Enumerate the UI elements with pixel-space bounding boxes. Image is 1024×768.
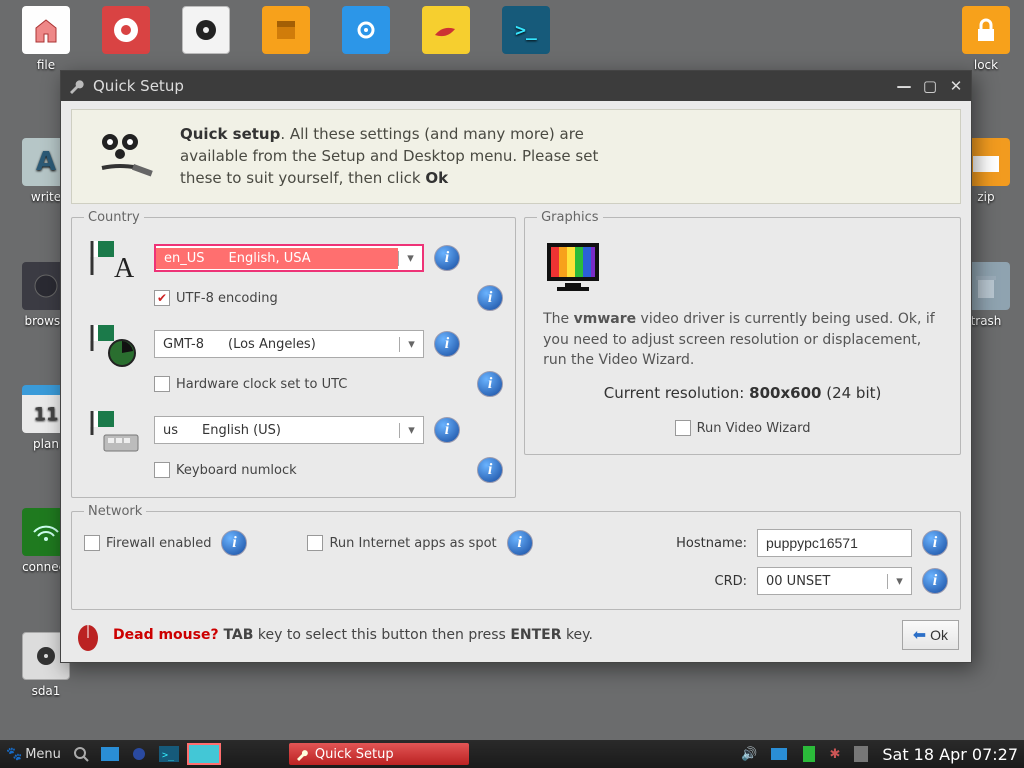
intro-panel: Quick setup. All these settings (and man…: [71, 109, 961, 204]
task-browser[interactable]: [127, 743, 151, 765]
network-fieldset: Network Firewall enabled i Run Internet …: [71, 504, 961, 610]
locale-select[interactable]: en_USEnglish, USA ▾: [154, 244, 424, 272]
quick-setup-window: Quick Setup — ▢ ✕ Quick setup. All these…: [60, 70, 972, 663]
mouse-hint: Dead mouse? TAB key to select this butto…: [113, 627, 593, 643]
minimize-button[interactable]: —: [895, 77, 913, 95]
tray-battery-icon[interactable]: [767, 743, 793, 765]
info-button[interactable]: i: [221, 530, 247, 556]
mascot-icon: [90, 124, 160, 184]
titlebar[interactable]: Quick Setup — ▢ ✕: [61, 71, 971, 101]
info-button[interactable]: i: [434, 331, 460, 357]
country-fieldset: Country A en_USEnglish, USA ▾ i ✔UTF-8 e…: [71, 210, 516, 498]
intro-ok: Ok: [425, 169, 448, 187]
info-button[interactable]: i: [507, 530, 533, 556]
info-button[interactable]: i: [477, 371, 503, 397]
desktop-icon-package[interactable]: [250, 6, 322, 58]
network-legend: Network: [84, 504, 146, 519]
info-button[interactable]: i: [434, 417, 460, 443]
country-legend: Country: [84, 210, 144, 225]
taskbar-clock[interactable]: Sat 18 Apr 07:27: [878, 745, 1022, 764]
desktop-icon-terminal[interactable]: >_: [490, 6, 562, 58]
monitor-icon: [537, 235, 948, 299]
search-button[interactable]: [69, 743, 93, 765]
taskbar: 🐾 Menu >_ Quick Setup 🔊 ✱ Sat 18 Apr 07:…: [0, 740, 1024, 768]
intro-prefix: Quick setup: [180, 125, 280, 143]
keyboard-icon: [84, 407, 144, 453]
crd-label: CRD:: [715, 574, 748, 589]
timezone-select[interactable]: GMT-8(Los Angeles) ▾: [154, 330, 424, 358]
tray-clipboard-icon[interactable]: [850, 743, 872, 765]
desktop-icon-disk[interactable]: [170, 6, 242, 58]
info-button[interactable]: i: [477, 457, 503, 483]
svg-text:A: A: [114, 253, 135, 281]
task-active-window[interactable]: [187, 743, 221, 765]
numlock-checkbox[interactable]: Keyboard numlock: [154, 462, 297, 478]
desktop-label: lock: [974, 58, 998, 72]
video-wizard-checkbox[interactable]: Run Video Wizard: [675, 420, 811, 436]
window-title: Quick Setup: [93, 77, 184, 95]
locale-icon: A: [84, 235, 144, 281]
desktop-label: file: [37, 58, 55, 72]
maximize-button[interactable]: ▢: [921, 77, 939, 95]
graphics-fieldset: Graphics The vmware video driver is curr…: [524, 210, 961, 455]
tray-disk-icon[interactable]: [799, 743, 819, 765]
hostname-input[interactable]: [757, 529, 912, 557]
keyboard-select[interactable]: usEnglish (US) ▾: [154, 416, 424, 444]
close-button[interactable]: ✕: [947, 77, 965, 95]
timezone-icon: [84, 321, 144, 367]
arrow-left-icon: ⬅: [913, 625, 926, 645]
utf8-checkbox[interactable]: ✔UTF-8 encoding: [154, 290, 278, 306]
show-desktop-button[interactable]: [97, 743, 123, 765]
spot-checkbox[interactable]: Run Internet apps as spot: [307, 535, 496, 551]
wrench-icon: [67, 77, 85, 95]
graphics-legend: Graphics: [537, 210, 602, 225]
paw-icon: 🐾: [6, 747, 22, 762]
dialog-footer: Dead mouse? TAB key to select this butto…: [71, 610, 961, 652]
menu-button[interactable]: 🐾 Menu: [2, 743, 65, 765]
ok-button[interactable]: ⬅ Ok: [902, 620, 959, 650]
info-button[interactable]: i: [477, 285, 503, 311]
desktop-icon-lamp[interactable]: [410, 6, 482, 58]
hwclock-checkbox[interactable]: Hardware clock set to UTC: [154, 376, 347, 392]
desktop-icon-setup[interactable]: [330, 6, 402, 58]
info-button[interactable]: i: [922, 530, 948, 556]
info-button[interactable]: i: [434, 245, 460, 271]
info-button[interactable]: i: [922, 568, 948, 594]
graphics-resolution: Current resolution: 800x600 (24 bit): [537, 384, 948, 402]
task-terminal[interactable]: >_: [155, 743, 183, 765]
svg-text:>_: >_: [162, 750, 175, 761]
chevron-down-icon[interactable]: ▾: [399, 423, 423, 438]
mouse-icon: [73, 618, 103, 652]
taskbar-task-quicksetup[interactable]: Quick Setup: [289, 743, 469, 765]
chevron-down-icon[interactable]: ▾: [887, 574, 911, 589]
crd-select[interactable]: 00 UNSET ▾: [757, 567, 912, 595]
desktop-icon-file[interactable]: file: [10, 6, 82, 72]
firewall-checkbox[interactable]: Firewall enabled: [84, 535, 211, 551]
tray-shield-icon[interactable]: ✱: [825, 743, 844, 765]
tray-volume-icon[interactable]: 🔊: [737, 743, 761, 765]
hostname-label: Hostname:: [676, 536, 747, 551]
chevron-down-icon[interactable]: ▾: [399, 337, 423, 352]
desktop-icon-lock[interactable]: lock: [950, 6, 1022, 72]
graphics-text: The vmware video driver is currently bei…: [543, 309, 942, 370]
chevron-down-icon[interactable]: ▾: [398, 251, 422, 266]
desktop-icon-help[interactable]: [90, 6, 162, 58]
